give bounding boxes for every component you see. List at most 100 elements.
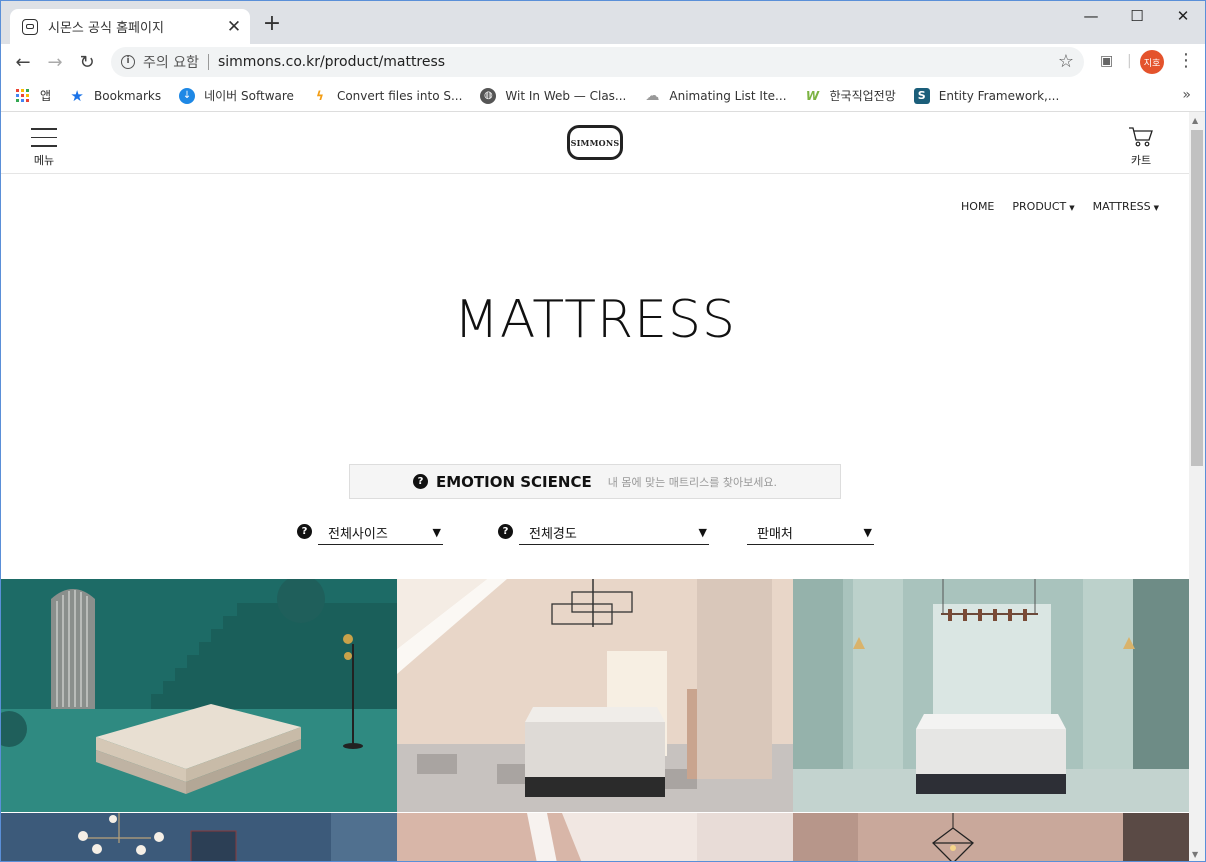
breadcrumb-product-label: PRODUCT: [1012, 200, 1067, 213]
breadcrumb-home[interactable]: HOME: [961, 200, 994, 213]
bookmark-label: 한국직업전망: [829, 89, 896, 103]
caret-down-icon: ▼: [1153, 204, 1159, 212]
browser-toolbar: ← → ↻ i 주의 요함 simmons.co.kr/product/matt…: [1, 44, 1205, 80]
profile-avatar[interactable]: 지호: [1140, 50, 1164, 74]
bookmark-label: Bookmarks: [94, 88, 162, 103]
product-tile-6[interactable]: [793, 813, 1189, 861]
url-text[interactable]: simmons.co.kr/product/mattress: [218, 54, 445, 70]
mattress-photo-mint: [793, 579, 1189, 812]
product-tile-2[interactable]: [397, 579, 793, 812]
bookmark-item[interactable]: W 한국직업전망: [805, 87, 896, 104]
help-icon[interactable]: ?: [412, 474, 428, 489]
product-tile-3[interactable]: [793, 579, 1189, 812]
download-icon: ↓: [179, 87, 196, 104]
page-viewport: 메뉴 SIMMONS 카트 HOME PRODUCT ▼ MATTRESS ▼ MA…: [1, 112, 1189, 861]
bookmark-apps[interactable]: 앱: [15, 87, 51, 104]
firmness-select-value: 전체경도: [529, 527, 577, 542]
dropdown-arrow-icon: ▼: [432, 526, 441, 539]
mattress-photo-rose: [397, 813, 793, 861]
w-logo-icon: W: [805, 88, 820, 103]
security-status[interactable]: 주의 요함: [143, 52, 199, 72]
info-icon[interactable]: i: [121, 55, 135, 69]
scroll-down-icon[interactable]: ▼: [1192, 850, 1198, 859]
bookmark-label: 앱: [40, 89, 52, 103]
site-header: 메뉴 SIMMONS 카트: [1, 112, 1189, 174]
mattress-photo-teal: [1, 579, 397, 812]
scrollbar-thumb[interactable]: [1191, 130, 1203, 466]
address-bar[interactable]: i 주의 요함 simmons.co.kr/product/mattress ☆: [111, 47, 1084, 77]
breadcrumb: HOME PRODUCT ▼ MATTRESS ▼: [943, 200, 1159, 213]
firmness-filter: ? 전체경도 ▼: [498, 521, 709, 545]
forward-icon[interactable]: →: [43, 50, 67, 74]
bookmark-item[interactable]: S Entity Framework,...: [913, 87, 1060, 104]
emotion-subtitle: 내 몸에 맞는 매트리스를 찾아보세요.: [607, 475, 777, 489]
maximize-icon[interactable]: ☐: [1114, 7, 1160, 25]
reload-icon[interactable]: ↻: [75, 50, 99, 74]
dropdown-arrow-icon: ▼: [863, 526, 872, 539]
dropdown-arrow-icon: ▼: [698, 526, 707, 539]
emotion-title: EMOTION SCIENCE: [435, 472, 592, 491]
tab-strip: 시몬스 공식 홈페이지 ✕ + — ☐ ✕: [1, 1, 1205, 44]
browser-tab[interactable]: 시몬스 공식 홈페이지 ✕: [10, 9, 250, 44]
back-icon[interactable]: ←: [11, 50, 35, 74]
size-select[interactable]: 전체사이즈 ▼: [318, 521, 443, 545]
cast-icon[interactable]: ▣: [1100, 53, 1113, 69]
bookmark-label: Convert files into S...: [336, 88, 463, 103]
size-filter: ? 전체사이즈 ▼: [297, 521, 443, 545]
breadcrumb-mattress[interactable]: MATTRESS ▼: [1093, 200, 1159, 213]
site-favicon-icon: [22, 18, 38, 35]
bookmark-item[interactable]: ◍ Wit In Web — Clas...: [480, 87, 627, 104]
new-tab-button[interactable]: +: [261, 13, 283, 35]
browser-window: 시몬스 공식 홈페이지 ✕ + — ☐ ✕ ← → ↻ i 주의 요함 simm…: [0, 0, 1206, 862]
simmons-logo[interactable]: SIMMONS: [567, 125, 623, 160]
store-select[interactable]: 판매처 ▼: [747, 521, 874, 545]
bookmark-label: Wit In Web — Clas...: [505, 88, 627, 103]
more-bookmarks-icon[interactable]: »: [1182, 87, 1191, 103]
tab-title: 시몬스 공식 홈페이지: [48, 21, 164, 36]
mattress-photo-navy: [1, 813, 397, 861]
breadcrumb-mattress-label: MATTRESS: [1092, 200, 1151, 213]
minimize-icon[interactable]: —: [1068, 7, 1114, 25]
help-icon[interactable]: ?: [297, 524, 312, 539]
omnibox-divider: [207, 54, 209, 70]
product-tile-5[interactable]: [397, 813, 793, 861]
scroll-up-icon[interactable]: ▲: [1192, 116, 1198, 125]
close-tab-icon[interactable]: ✕: [222, 17, 246, 37]
cart-label: 카트: [1130, 154, 1152, 167]
breadcrumb-product[interactable]: PRODUCT ▼: [1012, 200, 1074, 213]
help-icon[interactable]: ?: [498, 524, 513, 539]
caret-down-icon: ▼: [1069, 204, 1075, 212]
s-box-icon: S: [913, 87, 930, 104]
hamburger-icon: [31, 128, 57, 147]
bookmark-label: 네이버 Software: [204, 89, 294, 103]
size-select-value: 전체사이즈: [328, 527, 388, 542]
menu-button[interactable]: 메뉴: [31, 128, 57, 168]
globe-icon: ◍: [480, 87, 497, 104]
bookmark-item[interactable]: ϟ Convert files into S...: [312, 88, 462, 104]
bookmark-label: Entity Framework,...: [938, 88, 1060, 103]
cart-button[interactable]: 카트: [1127, 126, 1155, 168]
cart-icon: [1129, 127, 1153, 147]
star-icon: ★: [70, 86, 84, 105]
firmness-select[interactable]: 전체경도 ▼: [519, 521, 709, 545]
store-select-value: 판매처: [757, 527, 793, 542]
menu-label: 메뉴: [33, 153, 55, 167]
bookmark-item[interactable]: ↓ 네이버 Software: [179, 87, 294, 104]
cloud-icon: ☁: [645, 87, 660, 104]
bookmark-label: Animating List Ite...: [669, 88, 787, 103]
bookmark-item[interactable]: ★ Bookmarks: [69, 86, 162, 105]
logo-text: SIMMONS: [570, 137, 620, 148]
product-tile-1[interactable]: [1, 579, 397, 812]
product-tile-4[interactable]: [1, 813, 397, 861]
browser-menu-icon[interactable]: ⋮: [1177, 50, 1195, 71]
bookmark-star-icon[interactable]: ☆: [1058, 51, 1074, 72]
toolbar-divider: |: [1127, 53, 1132, 69]
mattress-photo-beige: [397, 579, 793, 812]
mattress-photo-blush: [793, 813, 1189, 861]
store-filter: 판매처 ▼: [741, 521, 874, 545]
bookmarks-bar: 앱 ★ Bookmarks ↓ 네이버 Software ϟ Convert f…: [1, 80, 1205, 112]
emotion-science-banner[interactable]: ? EMOTION SCIENCE 내 몸에 맞는 매트리스를 찾아보세요.: [349, 464, 841, 499]
bookmark-item[interactable]: ☁ Animating List Ite...: [644, 88, 786, 104]
close-window-icon[interactable]: ✕: [1160, 7, 1205, 25]
page-scrollbar[interactable]: ▲ ▼: [1189, 112, 1205, 861]
